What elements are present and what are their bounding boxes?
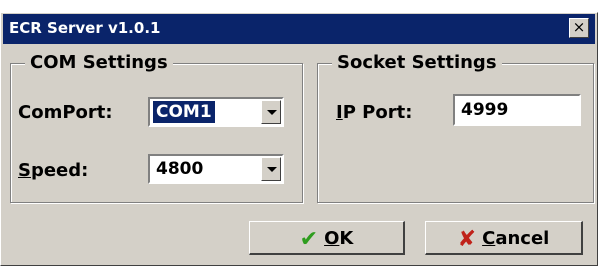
speed-label-rest: peed: [30, 160, 89, 181]
speed-select[interactable]: 4800 [148, 154, 284, 184]
comport-dropdown-button[interactable] [261, 100, 281, 124]
socket-settings-legend: Socket Settings [332, 52, 502, 73]
speed-value: 4800 [156, 159, 204, 179]
cancel-label-rest: ancel [495, 228, 550, 249]
ok-button[interactable]: ✔ OK [249, 221, 405, 255]
ipport-input[interactable]: 4999 [453, 94, 581, 126]
ok-hotkey: O [324, 228, 340, 249]
ipport-label-rest: P Port: [342, 102, 413, 123]
check-icon: ✔ [299, 227, 319, 252]
close-icon: × [572, 18, 586, 36]
dialog-window: ECR Server v1.0.1 × COM Settings ComPort… [0, 12, 598, 266]
close-button[interactable]: × [569, 18, 589, 38]
speed-dropdown-button[interactable] [261, 157, 281, 181]
comport-label: ComPort: [18, 102, 113, 123]
cancel-button[interactable]: ✘ Cancel [425, 221, 583, 255]
comport-value: COM1 [152, 100, 216, 124]
window-title: ECR Server v1.0.1 [9, 19, 161, 37]
cross-icon: ✘ [457, 227, 477, 252]
ipport-label: IP Port: [336, 102, 412, 123]
comport-select[interactable]: COM1 [148, 97, 284, 127]
speed-label: Speed: [18, 160, 88, 181]
ok-label-rest: K [339, 228, 354, 249]
title-bar[interactable]: ECR Server v1.0.1 × [3, 14, 595, 44]
socket-settings-group: Socket Settings IP Port: 4999 [317, 52, 594, 203]
com-settings-group: COM Settings ComPort: COM1 Speed: 4800 [10, 52, 303, 203]
ipport-label-hotkey: I [336, 102, 343, 123]
com-settings-legend: COM Settings [25, 52, 173, 73]
speed-label-hotkey: S [18, 160, 31, 181]
cancel-hotkey: C [482, 228, 496, 249]
